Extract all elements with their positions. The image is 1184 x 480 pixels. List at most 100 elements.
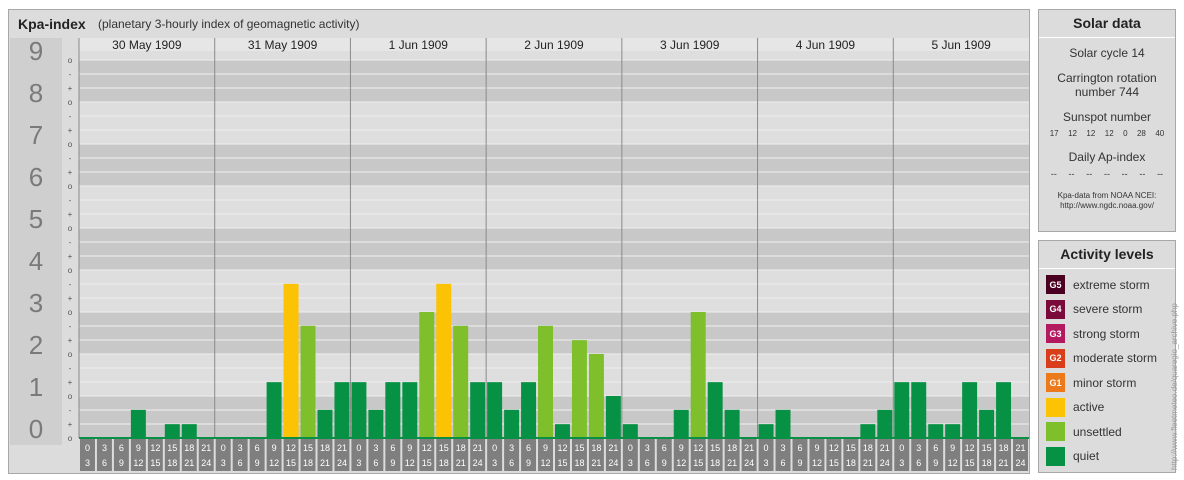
kp-band (79, 144, 1029, 186)
day-label: 5 Jun 1909 (931, 38, 991, 52)
activity-level-row: G1 minor storm (1046, 373, 1136, 392)
interval-end-label: 15 (693, 458, 703, 468)
interval-end-label: 12 (812, 458, 822, 468)
interval-end-label: 6 (645, 458, 650, 468)
y-minor-tick: - (69, 112, 72, 121)
interval-start-label: 21 (1016, 443, 1026, 453)
interval-end-label: 21 (727, 458, 737, 468)
kp-band (79, 228, 1029, 270)
activity-level-label: unsettled (1073, 424, 1122, 439)
interval-end-label: 9 (662, 458, 667, 468)
kp-bar (979, 409, 995, 438)
interval-end-label: 3 (492, 458, 497, 468)
interval-end-label: 21 (456, 458, 466, 468)
interval-start-label: 9 (272, 443, 277, 453)
interval-end-label: 18 (982, 458, 992, 468)
credit-link[interactable]: http://www.ngdc.noaa.gov/ (1039, 201, 1175, 211)
activity-level-swatch (1046, 397, 1065, 417)
kp-band (79, 354, 1029, 396)
interval-start-label: 6 (662, 443, 667, 453)
interval-start-label: 3 (509, 443, 514, 453)
interval-end-label: 6 (373, 458, 378, 468)
interval-end-label: 21 (863, 458, 873, 468)
interval-start-label: 15 (574, 443, 584, 453)
interval-end-label: 6 (781, 458, 786, 468)
interval-start-label: 15 (846, 443, 856, 453)
ap-value: -- (1068, 169, 1075, 179)
activity-level-row: active (1046, 397, 1105, 417)
interval-start-label: 9 (950, 443, 955, 453)
ap-value: -- (1050, 169, 1057, 179)
carrington-rotation: Carrington rotation number 744 (1039, 71, 1175, 99)
interval-start-label: 21 (744, 443, 754, 453)
kp-bar (911, 382, 927, 438)
interval-start-label: 9 (407, 443, 412, 453)
sunspot-value: 12 (1086, 129, 1096, 138)
interval-start-label: 0 (899, 443, 904, 453)
interval-end-label: 9 (255, 458, 260, 468)
kp-bar (860, 424, 876, 438)
y-tick-label: 3 (29, 288, 43, 318)
interval-start-label: 3 (645, 443, 650, 453)
interval-end-label: 24 (744, 458, 754, 468)
y-minor-tick: o (68, 434, 73, 443)
y-minor-tick: - (69, 70, 72, 79)
interval-end-label: 24 (1016, 458, 1026, 468)
interval-end-label: 21 (320, 458, 330, 468)
kp-bar (368, 409, 384, 438)
y-minor-tick: o (68, 98, 73, 107)
solar-data-panel: Solar data Solar cycle 14 Carrington rot… (1038, 9, 1176, 232)
day-label: 3 Jun 1909 (660, 38, 720, 52)
y-minor-tick: - (69, 238, 72, 247)
interval-start-label: 6 (933, 443, 938, 453)
y-tick-label: 5 (29, 204, 43, 234)
kp-band (79, 312, 1029, 354)
interval-end-label: 18 (710, 458, 720, 468)
interval-end-label: 18 (439, 458, 449, 468)
y-minor-tick: o (68, 266, 73, 275)
kp-bar (588, 354, 604, 438)
y-minor-tick: + (68, 84, 73, 93)
kp-bar (317, 409, 333, 438)
kp-bar (504, 409, 520, 438)
y-minor-tick: - (69, 364, 72, 373)
interval-end-label: 12 (405, 458, 415, 468)
ap-value: -- (1086, 169, 1093, 179)
interval-start-label: 12 (422, 443, 432, 453)
sunspot-value: 12 (1068, 129, 1077, 138)
interval-start-label: 0 (85, 443, 90, 453)
solar-data-title: Solar data (1039, 10, 1175, 38)
kp-bar (487, 382, 503, 438)
interval-end-label: 15 (557, 458, 567, 468)
interval-start-label: 0 (628, 443, 633, 453)
activity-level-swatch: G3 (1046, 324, 1065, 343)
y-tick-label: 8 (29, 78, 43, 108)
kp-bar (130, 409, 146, 438)
y-tick-label: 1 (29, 372, 43, 402)
interval-end-label: 3 (356, 458, 361, 468)
kp-band (79, 102, 1029, 144)
interval-start-label: 15 (982, 443, 992, 453)
activity-level-label: active (1073, 400, 1105, 414)
interval-start-label: 12 (286, 443, 296, 453)
interval-start-label: 0 (492, 443, 497, 453)
interval-end-label: 18 (846, 458, 856, 468)
y-minor-tick: + (68, 420, 73, 429)
kp-bar (707, 382, 723, 438)
sunspot-value: 28 (1136, 129, 1146, 138)
interval-start-label: 15 (167, 443, 177, 453)
interval-end-label: 9 (797, 458, 802, 468)
interval-start-label: 15 (303, 443, 313, 453)
y-minor-tick: + (68, 294, 73, 303)
interval-end-label: 24 (473, 458, 483, 468)
activity-level-label: extreme storm (1073, 277, 1150, 292)
interval-start-label: 3 (238, 443, 243, 453)
interval-start-label: 9 (679, 443, 684, 453)
y-minor-tick: + (68, 126, 73, 135)
kp-bar (521, 382, 537, 438)
data-credit: Kpa-data from NOAA NCEI: http://www.ngdc… (1039, 191, 1175, 211)
interval-end-label: 15 (422, 458, 432, 468)
activity-level-swatch: G1 (1046, 373, 1065, 392)
interval-start-label: 0 (356, 443, 361, 453)
activity-level-label: strong storm (1073, 326, 1140, 341)
